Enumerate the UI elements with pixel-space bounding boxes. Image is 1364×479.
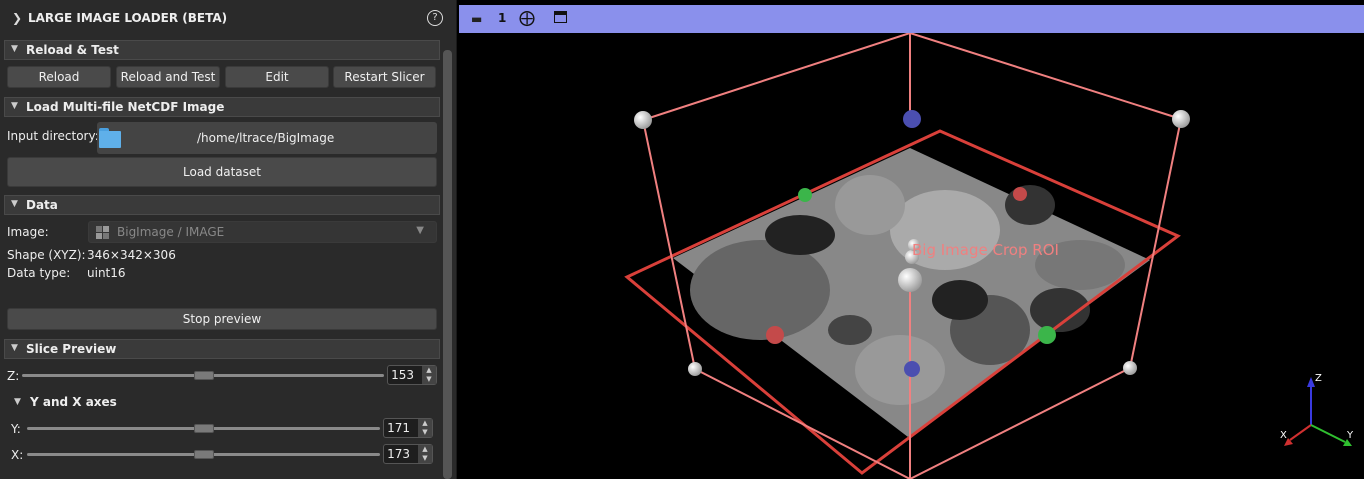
module-title: LARGE IMAGE LOADER (BETA) — [28, 11, 228, 25]
spin-arrows-icon[interactable]: ▲ ▼ — [418, 419, 432, 437]
z-slider-handle[interactable] — [194, 371, 214, 380]
image-selector-value: BigImage / IMAGE — [117, 225, 225, 239]
x-spinbox[interactable]: 173 ▲ ▼ — [383, 444, 433, 464]
section-reload-test[interactable]: ▼ Reload & Test — [4, 40, 440, 60]
roi-face-handle-green[interactable] — [798, 188, 812, 202]
section-data[interactable]: ▼ Data — [4, 195, 440, 215]
scrollbar-thumb[interactable] — [443, 50, 452, 479]
axis-z-label: Z — [1315, 373, 1322, 384]
data-type-label: Data type: — [7, 266, 71, 280]
folder-icon — [99, 128, 121, 148]
section-slice-preview[interactable]: ▼ Slice Preview — [4, 339, 440, 359]
spin-arrows-icon[interactable]: ▲ ▼ — [422, 366, 436, 384]
input-directory-label: Input directory: — [7, 129, 99, 143]
y-label: Y: — [11, 422, 21, 436]
roi-corner-handle[interactable] — [688, 362, 702, 376]
roi-label: Big Image Crop ROI — [912, 241, 1059, 259]
edit-button[interactable]: Edit — [225, 66, 329, 88]
collapse-triangle-icon: ▼ — [11, 199, 18, 209]
data-type-value: uint16 — [87, 266, 126, 280]
spin-arrows-icon[interactable]: ▲ ▼ — [418, 445, 432, 463]
collapse-triangle-icon[interactable]: ▼ — [14, 397, 21, 407]
directory-button[interactable]: /home/ltrace/BigImage — [97, 122, 437, 154]
roi-face-handle-blue[interactable] — [904, 361, 920, 377]
input-directory-path: /home/ltrace/BigImage — [197, 131, 335, 145]
roi-corner-handle[interactable] — [1123, 361, 1137, 375]
chevron-right-icon[interactable]: ❯ — [12, 11, 22, 25]
x-slider-handle[interactable] — [194, 450, 214, 459]
x-label: X: — [11, 448, 24, 462]
shape-value: 346×342×306 — [87, 248, 176, 262]
3d-view[interactable]: Big Image Crop ROI Z X Y — [459, 33, 1364, 479]
orientation-axes: Z X Y — [1280, 373, 1354, 446]
module-header[interactable]: ❯ LARGE IMAGE LOADER (BETA) ? — [0, 0, 456, 36]
maximize-view-icon[interactable] — [554, 11, 567, 23]
collapse-triangle-icon: ▼ — [11, 44, 18, 54]
yx-axes-title[interactable]: Y and X axes — [30, 395, 117, 409]
roi-corner-handle[interactable] — [1172, 110, 1190, 128]
view-toolbar: ▬ 1 ⨁ — [459, 5, 1364, 33]
collapse-triangle-icon: ▼ — [11, 343, 18, 353]
pin-icon[interactable]: ▬ — [471, 12, 482, 26]
roi-box-back-edges — [642, 33, 1182, 121]
panel-scrollbar[interactable] — [441, 40, 454, 479]
z-label: Z: — [7, 369, 20, 383]
image-label: Image: — [7, 225, 49, 239]
shape-label: Shape (XYZ): — [7, 248, 86, 262]
axis-x-label: X — [1280, 430, 1287, 441]
help-icon[interactable]: ? — [427, 10, 443, 26]
reload-button[interactable]: Reload — [7, 66, 111, 88]
y-slider-handle[interactable] — [194, 424, 214, 433]
axis-y-label: Y — [1346, 430, 1354, 441]
roi-face-handle-red[interactable] — [766, 326, 784, 344]
restart-slicer-button[interactable]: Restart Slicer — [333, 66, 436, 88]
roi-corner-handle[interactable] — [634, 111, 652, 129]
collapse-triangle-icon: ▼ — [11, 101, 18, 111]
load-dataset-button[interactable]: Load dataset — [7, 157, 437, 187]
center-view-icon[interactable]: ⨁ — [519, 8, 535, 27]
roi-face-handle-blue[interactable] — [903, 110, 921, 128]
image-selector[interactable]: BigImage / IMAGE ▼ — [88, 221, 437, 243]
roi-center-handle[interactable] — [898, 268, 922, 292]
stop-preview-button[interactable]: Stop preview — [7, 308, 437, 330]
z-spinbox[interactable]: 153 ▲ ▼ — [387, 365, 437, 385]
y-spinbox[interactable]: 171 ▲ ▼ — [383, 418, 433, 438]
section-load-netcdf[interactable]: ▼ Load Multi-file NetCDF Image — [4, 97, 440, 117]
volume-icon — [96, 226, 109, 239]
reload-and-test-button[interactable]: Reload and Test — [116, 66, 220, 88]
roi-face-handle-green[interactable] — [1038, 326, 1056, 344]
roi-face-handle-red[interactable] — [1013, 187, 1027, 201]
module-panel: ❯ LARGE IMAGE LOADER (BETA) ? ▼ Reload &… — [0, 0, 457, 479]
dropdown-arrow-icon: ▼ — [416, 225, 424, 236]
view-number: 1 — [498, 11, 507, 25]
